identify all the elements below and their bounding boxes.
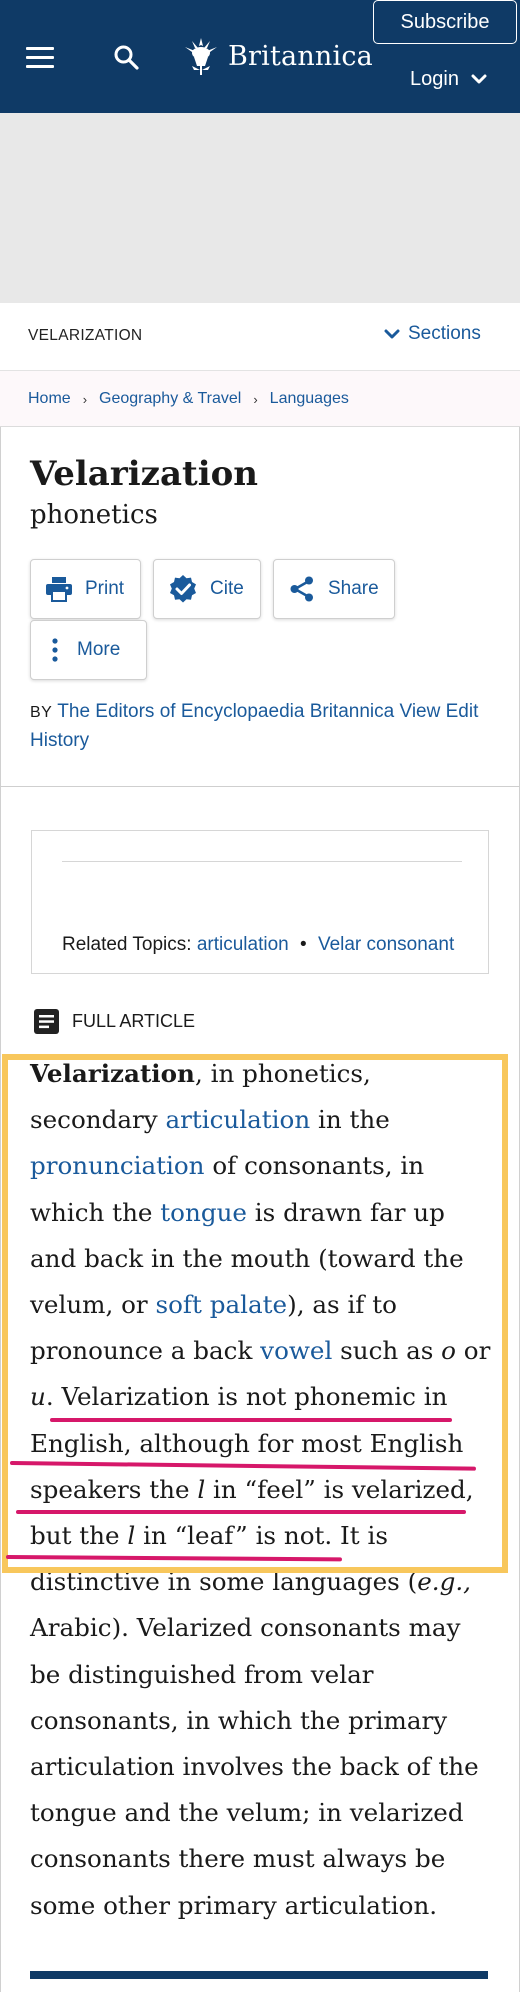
breadcrumb: Home › Geography & Travel › Languages <box>28 390 349 408</box>
thistle-logo-icon <box>185 38 217 75</box>
article-text-segment: such as <box>332 1336 442 1366</box>
breadcrumb-geography-travel[interactable]: Geography & Travel <box>99 390 241 408</box>
section-bar: VELARIZATION Sections <box>0 303 520 371</box>
underline-mark <box>16 1510 466 1514</box>
chevron-down-icon <box>471 74 487 84</box>
sections-label: Sections <box>408 323 481 344</box>
more-vertical-icon <box>52 638 58 662</box>
link-pronunciation[interactable]: pronunciation <box>30 1151 205 1180</box>
related-divider <box>62 861 462 862</box>
link-articulation[interactable]: articulation <box>165 1105 310 1134</box>
logo-text: Britannica <box>228 40 373 72</box>
printer-icon <box>46 577 72 602</box>
italic-letter: u <box>30 1382 46 1412</box>
article-text-segment: or <box>455 1336 491 1366</box>
byline-by: BY <box>30 704 53 721</box>
link-soft-palate[interactable]: soft palate <box>156 1290 288 1319</box>
share-label: Share <box>328 578 379 599</box>
related-topic-velar-consonant[interactable]: Velar consonant <box>318 934 454 955</box>
breadcrumb-bar: Home › Geography & Travel › Languages <box>0 371 520 427</box>
chevron-down-icon <box>384 329 400 339</box>
cite-button[interactable]: Cite <box>153 559 261 619</box>
article-paragraph: Velarization, in phonetics, secondary ar… <box>30 1051 492 1929</box>
cite-label: Cite <box>210 578 244 599</box>
chevron-right-icon: › <box>253 391 258 407</box>
login-label: Login <box>410 67 459 90</box>
link-vowel[interactable]: vowel <box>260 1336 332 1365</box>
related-topics: Related Topics: articulation • Velar con… <box>62 931 462 959</box>
article-header: Velarization phonetics Print Cite Share <box>0 427 520 787</box>
italic-letter: o <box>441 1336 456 1366</box>
article-text-segment: in the <box>310 1105 390 1135</box>
subscribe-button[interactable]: Subscribe <box>373 0 517 44</box>
more-label: More <box>77 639 121 660</box>
share-icon <box>290 576 313 602</box>
top-navigation-bar: Britannica Subscribe Login <box>0 0 520 113</box>
related-topic-articulation[interactable]: articulation <box>197 934 289 955</box>
full-article-heading: FULL ARTICLE <box>33 1008 195 1035</box>
author-link[interactable]: The Editors of Encyclopaedia Britannica <box>57 701 394 722</box>
article-term: Velarization <box>30 1059 195 1088</box>
related-topics-box: Related Topics: articulation • Velar con… <box>31 830 489 974</box>
full-article-label: FULL ARTICLE <box>72 1011 196 1031</box>
britannica-logo[interactable]: Britannica <box>180 34 373 78</box>
page-title: Velarization <box>30 454 259 494</box>
verified-badge-icon <box>170 575 196 603</box>
article-body-container: Related Topics: articulation • Velar con… <box>0 787 520 1992</box>
sections-button[interactable]: Sections <box>384 323 481 345</box>
advertisement-area <box>0 113 520 303</box>
chevron-right-icon: › <box>82 391 88 407</box>
hamburger-menu-icon[interactable] <box>26 47 54 68</box>
login-button[interactable]: Login <box>410 64 487 94</box>
italic-abbreviation: e.g., <box>417 1567 471 1597</box>
bullet-separator: • <box>300 934 307 955</box>
page-subtitle: phonetics <box>30 500 158 530</box>
link-tongue[interactable]: tongue <box>160 1198 247 1227</box>
more-button[interactable]: More <box>30 620 147 680</box>
print-button[interactable]: Print <box>30 559 141 619</box>
breadcrumb-home[interactable]: Home <box>28 390 71 408</box>
underline-mark <box>50 1418 452 1422</box>
share-button[interactable]: Share <box>273 559 395 619</box>
article-document-icon <box>34 1009 59 1034</box>
related-topics-label: Related Topics: <box>62 934 192 955</box>
section-label: VELARIZATION <box>28 327 143 344</box>
bottom-rule <box>30 1971 488 1979</box>
search-icon[interactable] <box>113 44 139 70</box>
article-text-segment: Arabic). Velarized consonants may be dis… <box>30 1613 479 1920</box>
breadcrumb-languages[interactable]: Languages <box>270 390 349 408</box>
byline: BY The Editors of Encyclopaedia Britanni… <box>30 698 480 755</box>
print-label: Print <box>85 578 125 599</box>
